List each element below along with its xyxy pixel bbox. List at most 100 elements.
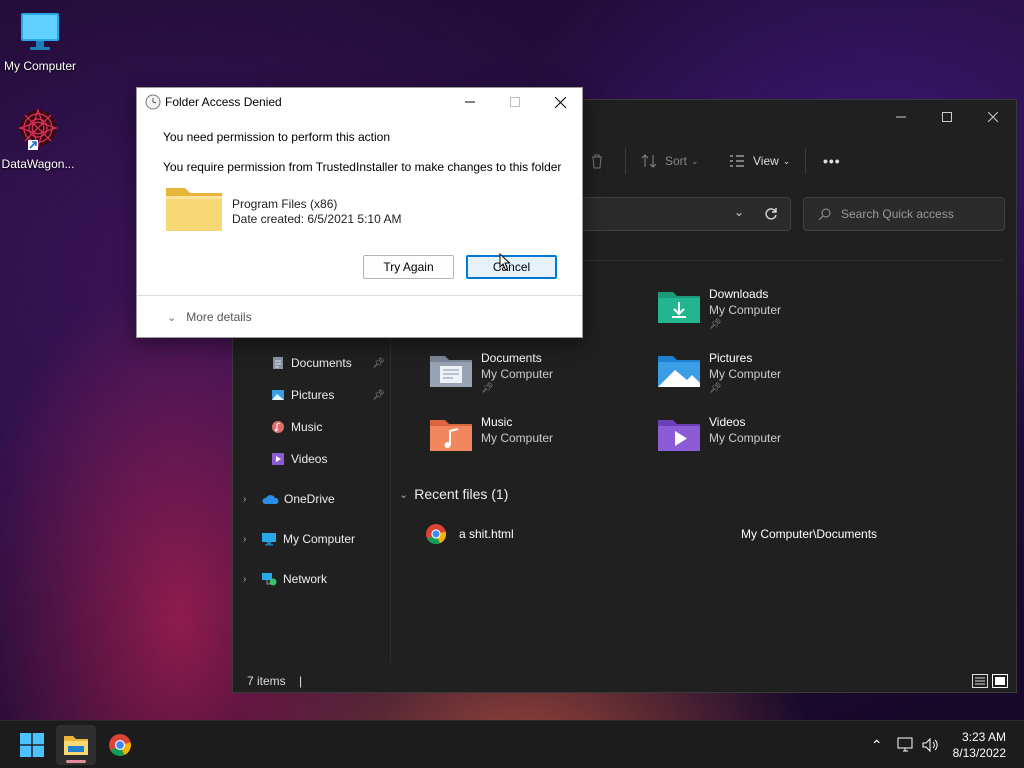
clock-time: 3:23 AM [961, 730, 1006, 744]
quick-access-item-documents[interactable]: Documents My Computer 📌︎ [429, 350, 649, 400]
chevron-right-icon[interactable]: › [243, 574, 246, 585]
dialog-title: Folder Access Denied [165, 95, 282, 109]
active-app-indicator [66, 760, 86, 763]
maximize-icon [510, 97, 520, 107]
chevron-down-icon: ⌄ [691, 155, 699, 166]
view-button[interactable]: View ⌄ [729, 150, 790, 172]
minimize-icon [896, 116, 906, 118]
layout-toggle [972, 674, 1008, 688]
item-name: Pictures [709, 351, 753, 365]
file-explorer-icon [64, 736, 88, 755]
nav-item-pictures[interactable]: Pictures 📌︎ [233, 382, 391, 408]
nav-item-videos[interactable]: Videos [233, 446, 391, 472]
trash-icon [592, 154, 602, 169]
more-options-button[interactable]: ••• [823, 150, 841, 172]
toolbar-divider [805, 148, 806, 174]
folder-date: Date created: 6/5/2021 5:10 AM [232, 212, 402, 226]
pin-icon: 📌︎ [481, 383, 494, 394]
recent-files-header[interactable]: ⌄ Recent files (1) [399, 486, 508, 502]
pin-icon: 📌︎ [372, 389, 385, 401]
nav-item-label: Videos [291, 452, 328, 466]
documents-icon [273, 357, 283, 369]
item-location: My Computer [481, 367, 554, 381]
recent-file-row[interactable]: a shit.html My Computer\Documents [425, 522, 985, 546]
quick-access-item-pictures[interactable]: Pictures My Computer 📌︎ [657, 350, 877, 400]
dialog-titlebar[interactable]: Folder Access Denied [137, 88, 582, 116]
chrome-icon [426, 524, 447, 545]
system-tray: ⌃ 3:23 AM 8/13/2022 [871, 721, 1024, 768]
mouse-cursor-icon [499, 253, 511, 271]
network-status-icon[interactable] [897, 737, 915, 753]
item-name: Music [481, 415, 513, 429]
status-bar-text: 7 items | [247, 674, 302, 688]
sort-icon [641, 154, 657, 168]
quick-access-item-music[interactable]: Music My Computer [429, 414, 649, 464]
nav-item-documents[interactable]: Documents 📌︎ [233, 350, 391, 376]
item-count: 7 items [247, 674, 286, 688]
details-view-icon[interactable] [972, 674, 988, 688]
clock[interactable]: 3:23 AM 8/13/2022 [953, 729, 1006, 761]
minimize-button[interactable] [878, 100, 924, 134]
nav-item-label: Pictures [291, 388, 335, 402]
sort-button[interactable]: Sort ⌄ [641, 150, 699, 172]
videos-icon [272, 453, 284, 465]
clock-date: 8/13/2022 [952, 746, 1006, 760]
chevron-down-icon[interactable]: ⌄ [734, 205, 744, 219]
search-input[interactable] [841, 207, 991, 221]
desktop-icon-datawagon[interactable]: DataWagon... [0, 106, 78, 171]
monitor-icon [262, 533, 276, 546]
tiles-view-icon[interactable] [992, 674, 1008, 688]
pin-icon: 📌︎ [709, 383, 722, 394]
status-divider: | [299, 674, 303, 688]
item-name: Downloads [709, 287, 769, 301]
pin-icon: 📌︎ [372, 357, 385, 369]
minimize-button[interactable] [447, 88, 493, 116]
nav-item-label: OneDrive [284, 492, 335, 506]
pin-icon: 📌︎ [709, 319, 722, 330]
refresh-icon[interactable] [764, 207, 778, 221]
cancel-button[interactable]: Cancel [466, 255, 557, 279]
nav-item-my-computer[interactable]: › My Computer [233, 526, 391, 552]
nav-item-network[interactable]: › Network [233, 566, 391, 592]
item-location: My Computer [709, 303, 782, 317]
music-folder-icon [430, 420, 472, 451]
desktop-icon-label: DataWagon... [1, 157, 75, 171]
search-box[interactable] [803, 197, 1005, 231]
chevron-up-icon[interactable]: ⌃ [871, 737, 883, 754]
nav-item-label: My Computer [283, 532, 356, 546]
view-icon [730, 155, 744, 167]
clock-icon [145, 94, 161, 110]
music-icon [272, 421, 284, 433]
maximize-button[interactable] [924, 100, 970, 134]
more-details-toggle[interactable]: ⌄ More details [137, 295, 582, 338]
quick-access-item-downloads[interactable]: Downloads My Computer 📌︎ [657, 286, 877, 336]
chevron-down-icon: ⌄ [782, 155, 791, 166]
chevron-right-icon[interactable]: › [243, 534, 246, 545]
window-controls [878, 100, 1016, 134]
item-location: My Computer [481, 431, 554, 445]
taskbar-file-explorer[interactable] [56, 725, 96, 765]
nav-item-onedrive[interactable]: › OneDrive [233, 486, 391, 512]
taskbar-chrome[interactable] [100, 725, 140, 765]
close-button[interactable] [970, 100, 1016, 134]
videos-folder-icon [658, 420, 700, 451]
nav-item-label: Network [283, 572, 328, 586]
pictures-icon [272, 390, 284, 400]
try-again-button[interactable]: Try Again [363, 255, 454, 279]
taskbar: ⌃ 3:23 AM 8/13/2022 [0, 720, 1024, 768]
item-location: My Computer [709, 367, 782, 381]
desktop-icon-my-computer[interactable]: My Computer [0, 10, 80, 73]
close-button[interactable] [537, 88, 583, 116]
nav-item-music[interactable]: Music [233, 414, 391, 440]
chevron-down-icon: ⌄ [399, 488, 409, 501]
delete-button[interactable] [589, 150, 605, 172]
address-bar[interactable]: ⌄ [573, 197, 791, 231]
network-icon [262, 573, 277, 586]
close-icon [554, 96, 566, 108]
quick-access-item-videos[interactable]: Videos My Computer [657, 414, 877, 464]
recent-file-name: a shit.html [459, 527, 514, 541]
start-button[interactable] [12, 725, 52, 765]
folder-icon [166, 188, 222, 231]
volume-icon[interactable] [921, 737, 939, 753]
chevron-right-icon[interactable]: › [243, 494, 246, 505]
